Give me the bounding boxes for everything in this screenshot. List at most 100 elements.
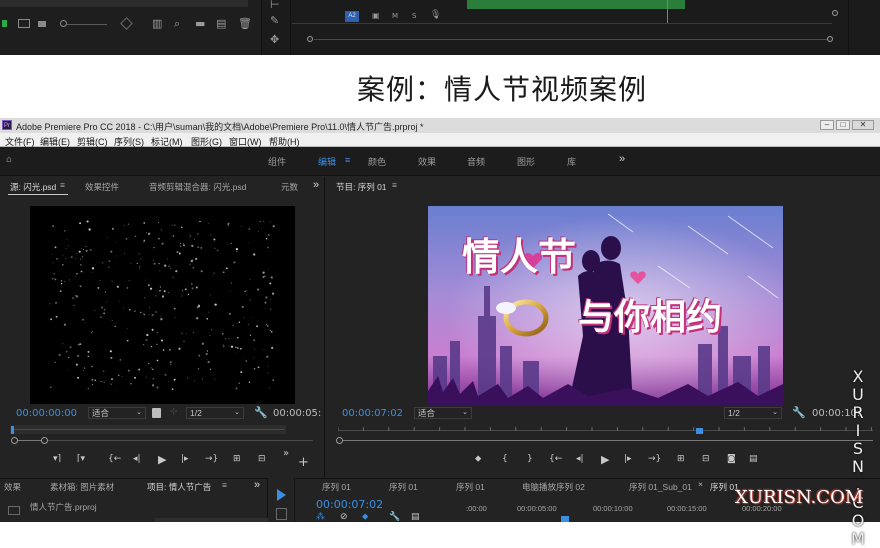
source-scroll-end-handle[interactable] (41, 437, 48, 444)
minimize-button[interactable]: – (820, 120, 834, 130)
close-button[interactable]: ✕ (852, 120, 874, 130)
tab-project[interactable]: 项目: 情人节广告 (147, 481, 211, 493)
project-search-field[interactable] (155, 518, 268, 522)
sort-icon[interactable] (120, 17, 133, 30)
audio-clip[interactable] (467, 0, 685, 9)
wrench-icon[interactable]: 🔧 (254, 406, 268, 419)
mute-button[interactable]: M (392, 12, 398, 20)
tab-audio-clip-mixer[interactable]: 音频剪辑混合器: 闪光.psd (149, 181, 246, 193)
mark-in-icon[interactable]: ▾⌉ (53, 454, 61, 464)
step-back-icon[interactable]: ◂| (576, 454, 584, 464)
workspace-editing[interactable]: 编辑 (318, 155, 336, 168)
wrench-icon[interactable]: 🔧 (389, 512, 400, 522)
workspace-effects[interactable]: 效果 (418, 155, 436, 168)
step-forward-icon[interactable]: |▸ (624, 454, 632, 464)
program-playhead[interactable] (696, 428, 703, 434)
timeline-tab-3[interactable]: 序列 01 (456, 481, 485, 493)
timeline-timecode[interactable]: 00:00:07:02 (316, 498, 383, 511)
program-resolution-select[interactable]: 1/2 ⌄ (724, 407, 782, 419)
tab-source-menu-icon[interactable]: ≡ (60, 180, 65, 190)
program-fit-select[interactable]: 适合 ⌄ (414, 407, 472, 419)
mark-out-icon[interactable]: ⌈▾ (77, 454, 85, 464)
captions-icon[interactable]: ▤ (411, 512, 420, 522)
play-icon[interactable]: ▶ (158, 453, 166, 466)
source-controls-more[interactable]: » (283, 448, 289, 459)
camera-export-frame-icon[interactable]: ◙ (727, 454, 736, 464)
tab-effects[interactable]: 效果 (4, 481, 21, 493)
source-scroll-track[interactable] (18, 440, 42, 441)
microphone-icon[interactable]: 🎙 (430, 10, 441, 20)
lift-icon[interactable]: ⊞ (677, 454, 685, 464)
step-forward-icon[interactable]: |▸ (181, 454, 189, 464)
new-bin-icon[interactable]: ▬ (195, 17, 205, 30)
home-icon[interactable]: ⌂ (6, 155, 12, 165)
snap-icon[interactable]: ⁂ (316, 512, 325, 522)
selection-tool-icon[interactable] (277, 489, 286, 501)
program-scroll-start-handle[interactable] (336, 437, 343, 444)
add-marker-icon[interactable]: ⬥ (475, 454, 481, 464)
add-button-icon[interactable]: + (298, 455, 309, 470)
tab-source[interactable]: 源: 闪光.psd (10, 181, 56, 193)
tab-metadata[interactable]: 元数 (281, 181, 298, 193)
list-view-icon[interactable] (2, 20, 7, 27)
timeline-tab-2[interactable]: 序列 01 (389, 481, 418, 493)
source-scroll-start-handle[interactable] (11, 437, 18, 444)
add-marker-icon[interactable]: ⬥ (362, 512, 368, 522)
extract-icon[interactable]: ⊟ (702, 454, 710, 464)
overwrite-icon[interactable]: ⊟ (258, 454, 266, 464)
timeline-playhead[interactable] (561, 516, 569, 522)
slip-tool-icon[interactable]: ⊢ (270, 0, 280, 11)
go-to-out-icon[interactable]: →} (648, 454, 661, 464)
project-tabs-more[interactable]: » (254, 479, 260, 491)
track-a2-target[interactable]: A2 (345, 11, 359, 22)
workspace-audio[interactable]: 音频 (467, 155, 485, 168)
program-scroll-track[interactable] (343, 440, 873, 441)
solo-button[interactable]: S (412, 12, 416, 20)
workspace-color[interactable]: 颜色 (368, 155, 386, 168)
pen-tool-icon[interactable]: ✎ (270, 14, 279, 27)
automate-icon[interactable]: ▥ (152, 17, 162, 30)
source-resolution-select[interactable]: 1/2 ⌄ (186, 407, 244, 419)
button-editor-icon[interactable]: ▤ (749, 454, 758, 464)
hand-tool-icon[interactable]: ✥ (270, 33, 279, 46)
go-to-in-icon[interactable]: {← (108, 454, 121, 464)
source-tabs-more[interactable]: » (313, 179, 319, 191)
icon-view-icon[interactable] (18, 19, 30, 28)
workspace-assembly[interactable]: 组件 (268, 155, 286, 168)
source-timecode-in[interactable]: 00:00:00:00 (16, 408, 77, 419)
zoom-slider-handle[interactable] (60, 20, 67, 27)
workspace-graphics[interactable]: 图形 (517, 155, 535, 168)
track-output-icon[interactable]: ▣ (372, 11, 380, 20)
insert-icon[interactable]: ⊞ (233, 454, 241, 464)
close-tab-icon[interactable]: × (698, 479, 703, 489)
tab-effect-controls[interactable]: 效果控件 (85, 181, 119, 193)
tab-project-menu-icon[interactable]: ≡ (222, 480, 227, 490)
workspace-menu-icon[interactable]: ≡ (345, 155, 350, 165)
tab-bin-pictures[interactable]: 素材箱: 图片素材 (50, 481, 114, 493)
vertical-scroll-handle[interactable] (832, 10, 838, 16)
safe-margins-icon[interactable] (152, 408, 161, 418)
go-to-in-icon[interactable]: {← (549, 454, 562, 464)
mark-in-icon[interactable]: { (502, 454, 508, 464)
timeline-tab-1[interactable]: 序列 01 (322, 481, 351, 493)
trash-icon[interactable]: 🗑 (238, 17, 252, 30)
timeline-tab-5[interactable]: 序列 01_Sub_01 (629, 481, 692, 493)
source-playhead[interactable] (11, 426, 14, 434)
scroll-handle-right[interactable] (827, 36, 833, 42)
mark-out-icon[interactable]: } (527, 454, 533, 464)
scroll-handle-left[interactable] (307, 36, 313, 42)
wrench-icon[interactable]: 🔧 (792, 406, 806, 419)
play-icon[interactable]: ▶ (601, 453, 609, 466)
tab-program-menu-icon[interactable]: ≡ (392, 180, 397, 190)
maximize-button[interactable]: □ (836, 120, 850, 130)
go-to-out-icon[interactable]: →} (205, 454, 218, 464)
horizontal-scrollbar[interactable] (314, 39, 827, 40)
linked-selection-icon[interactable]: ⊘ (340, 512, 348, 522)
search-icon[interactable]: ⌕ (174, 17, 180, 31)
source-video-frame[interactable] (30, 206, 295, 404)
timeline-tab-4[interactable]: 电脑播放序列 02 (522, 481, 585, 493)
program-timecode-in[interactable]: 00:00:07:02 (342, 408, 403, 419)
step-back-icon[interactable]: ◂| (133, 454, 141, 464)
source-fit-select[interactable]: 适合 ⌄ (88, 407, 146, 419)
program-video-frame[interactable]: 情人节 与你相约 (428, 206, 783, 406)
